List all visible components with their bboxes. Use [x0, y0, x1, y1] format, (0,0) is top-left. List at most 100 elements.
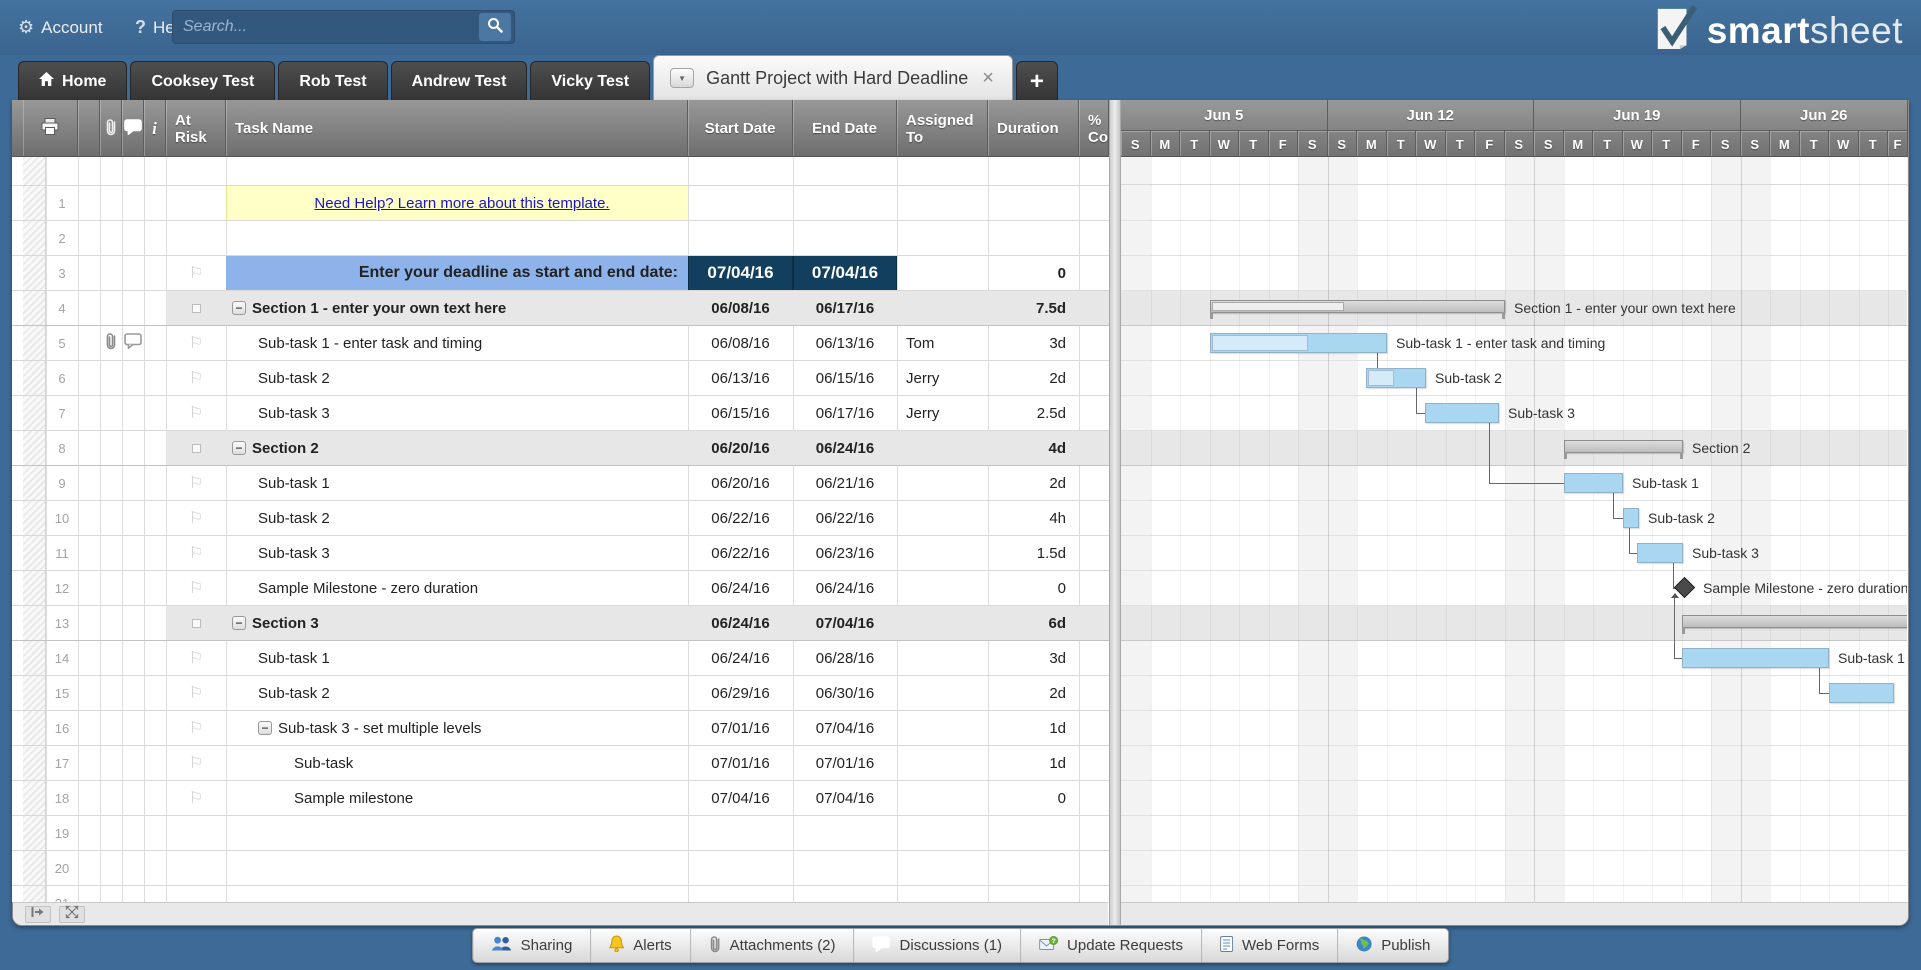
row-number[interactable]: 2 [46, 221, 78, 255]
start-date-cell[interactable]: 06/24/16 [688, 606, 793, 640]
end-date-cell[interactable]: 06/30/16 [793, 676, 897, 710]
collapse-toggle[interactable]: − [232, 441, 246, 455]
search-input[interactable] [173, 18, 479, 36]
row-drag-handle[interactable] [23, 746, 46, 780]
row-number[interactable]: 7 [46, 396, 78, 430]
row-drag-handle[interactable] [23, 536, 46, 570]
footer-button-web-forms[interactable]: Web Forms [1202, 929, 1339, 962]
task-cell[interactable] [226, 851, 688, 885]
at-risk-cell[interactable] [166, 221, 226, 255]
tab-vicky-test[interactable]: Vicky Test [530, 61, 651, 100]
row-drag-handle[interactable] [23, 571, 46, 605]
col-header-duration[interactable]: Duration [988, 100, 1079, 156]
footer-button-alerts[interactable]: Alerts [591, 929, 691, 962]
jump-to-column-button[interactable] [25, 905, 51, 923]
row-number[interactable]: 12 [46, 571, 78, 605]
at-risk-cell[interactable] [166, 816, 226, 850]
assigned-to-cell[interactable]: Tom [897, 326, 988, 360]
task-cell[interactable]: − Section 2 [226, 431, 688, 465]
row-number[interactable]: 14 [46, 641, 78, 675]
gantt-bar-row-10[interactable] [1622, 508, 1639, 528]
row-attachment-indicator[interactable] [100, 326, 122, 360]
row-number[interactable]: 19 [46, 816, 78, 850]
gantt-bar-row-14[interactable] [1681, 648, 1829, 668]
row-number[interactable]: 15 [46, 676, 78, 710]
col-header-task-name[interactable]: Task Name [226, 100, 688, 156]
row-drag-handle[interactable] [23, 256, 46, 290]
duration-cell[interactable]: 7.5d [988, 291, 1079, 325]
start-date-cell[interactable]: 06/29/16 [688, 676, 793, 710]
end-date-cell[interactable]: 06/28/16 [793, 641, 897, 675]
at-risk-cell[interactable]: ⚐ [166, 676, 226, 710]
task-cell[interactable]: Sub-task 2 [226, 676, 688, 710]
task-cell[interactable]: Sample milestone [226, 781, 688, 815]
row-number[interactable]: 5 [46, 326, 78, 360]
row-number[interactable]: 16 [46, 711, 78, 745]
gantt-summary-bar-row-8[interactable] [1563, 440, 1683, 453]
at-risk-cell[interactable]: ⚐ [166, 641, 226, 675]
gantt-bar-row-6[interactable] [1365, 368, 1427, 388]
row-drag-handle[interactable] [23, 361, 46, 395]
task-cell[interactable] [226, 886, 688, 902]
end-date-cell[interactable]: 07/01/16 [793, 746, 897, 780]
row-drag-handle[interactable] [23, 291, 46, 325]
tab-cooksey-test[interactable]: Cooksey Test [130, 61, 276, 100]
footer-button-attachments-2[interactable]: Attachments (2) [691, 929, 855, 962]
duration-cell[interactable]: 3d [988, 641, 1079, 675]
at-risk-cell[interactable]: ⚐ [166, 361, 226, 395]
col-header-start-date[interactable]: Start Date [688, 100, 793, 156]
at-risk-cell[interactable]: ⚐ [166, 746, 226, 780]
gantt-horizontal-scrollbar[interactable] [1121, 902, 1908, 925]
row-drag-handle[interactable] [23, 641, 46, 675]
duration-cell[interactable]: 6d [988, 606, 1079, 640]
footer-button-publish[interactable]: Publish [1338, 929, 1448, 962]
task-cell[interactable]: Sub-task 2 [226, 361, 688, 395]
duration-cell[interactable]: 1d [988, 711, 1079, 745]
task-cell[interactable]: Sub-task 2 [226, 501, 688, 535]
at-risk-cell[interactable]: ⚐ [166, 466, 226, 500]
duration-cell[interactable]: 0 [988, 571, 1079, 605]
end-date-cell[interactable]: 06/23/16 [793, 536, 897, 570]
task-cell[interactable]: Sub-task [226, 746, 688, 780]
row-number[interactable]: 6 [46, 361, 78, 395]
at-risk-cell[interactable] [166, 291, 226, 325]
start-date-cell[interactable]: 06/22/16 [688, 501, 793, 535]
row-number[interactable]: 20 [46, 851, 78, 885]
at-risk-cell[interactable] [166, 886, 226, 902]
task-cell[interactable]: Sub-task 3 [226, 536, 688, 570]
duration-cell[interactable]: 3d [988, 326, 1079, 360]
col-header-print[interactable] [23, 100, 78, 156]
duration-cell[interactable]: 4d [988, 431, 1079, 465]
expand-all-button[interactable] [59, 905, 85, 923]
end-date-cell[interactable]: 06/24/16 [793, 431, 897, 465]
duration-cell[interactable]: 2.5d [988, 396, 1079, 430]
end-date-cell[interactable]: 07/04/16 [793, 606, 897, 640]
row-drag-handle[interactable] [23, 326, 46, 360]
task-cell[interactable]: − Section 3 [226, 606, 688, 640]
footer-button-update-requests[interactable]: ? Update Requests [1021, 929, 1202, 962]
row-number[interactable]: 11 [46, 536, 78, 570]
at-risk-cell[interactable]: ⚐ [166, 256, 226, 290]
grid-gantt-splitter[interactable] [1109, 100, 1121, 925]
row-drag-handle[interactable] [23, 501, 46, 535]
end-date-cell[interactable]: 06/17/16 [793, 291, 897, 325]
tab-active-sheet[interactable]: ▼ Gantt Project with Hard Deadline × [653, 55, 1013, 100]
end-date-cell[interactable]: 07/04/16 [793, 711, 897, 745]
row-drag-handle[interactable] [23, 886, 46, 902]
gantt-summary-bar-row-4[interactable] [1209, 300, 1505, 313]
row-drag-handle[interactable] [23, 851, 46, 885]
at-risk-cell[interactable]: ⚐ [166, 536, 226, 570]
task-cell[interactable]: − Section 1 - enter your own text here [226, 291, 688, 325]
row-drag-handle[interactable] [23, 606, 46, 640]
duration-cell[interactable]: 0 [988, 781, 1079, 815]
row-drag-handle[interactable] [23, 781, 46, 815]
start-date-cell[interactable]: 06/20/16 [688, 431, 793, 465]
end-date-cell[interactable]: 06/21/16 [793, 466, 897, 500]
row-number[interactable]: 18 [46, 781, 78, 815]
gantt-bar-row-11[interactable] [1637, 543, 1683, 563]
row-discussion-indicator[interactable] [122, 326, 144, 360]
collapse-toggle[interactable]: − [232, 301, 246, 315]
footer-button-discussions-1[interactable]: Discussions (1) [855, 929, 1022, 962]
row-number[interactable]: 8 [46, 431, 78, 465]
at-risk-cell[interactable]: ⚐ [166, 396, 226, 430]
